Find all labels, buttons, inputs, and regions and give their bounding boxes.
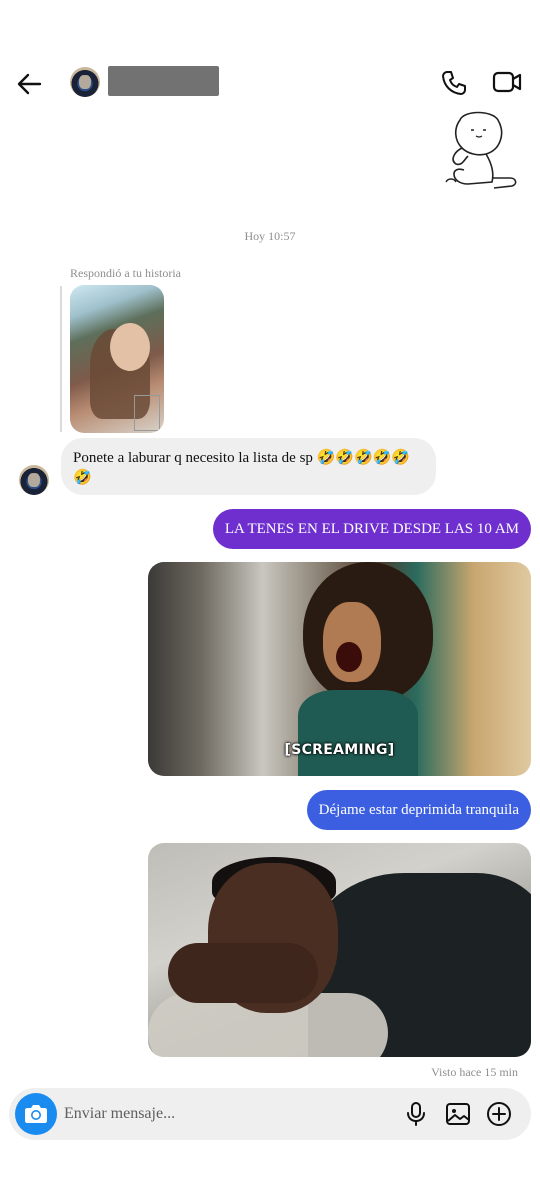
microphone-icon (407, 1102, 425, 1126)
arrow-left-icon (17, 73, 42, 95)
back-button[interactable] (14, 68, 46, 100)
video-camera-icon (492, 71, 522, 93)
plus-circle-icon (487, 1102, 511, 1126)
audio-call-button[interactable] (440, 69, 468, 97)
more-options-button[interactable] (486, 1101, 512, 1127)
phone-icon (442, 71, 466, 95)
video-call-button[interactable] (492, 68, 522, 96)
story-thumbnail[interactable] (70, 285, 164, 433)
message-timestamp: Hoy 10:57 (244, 229, 296, 243)
voice-message-button[interactable] (403, 1101, 429, 1127)
camera-icon (25, 1105, 47, 1123)
gif-caption: [SCREAMING] (284, 742, 395, 758)
message-composer (9, 1088, 531, 1140)
sender-avatar[interactable] (19, 465, 49, 495)
reply-divider (60, 286, 62, 432)
sticker-doodle (440, 108, 524, 198)
gif-message-screaming[interactable]: [SCREAMING] (148, 562, 531, 776)
gif-message-crying[interactable] (148, 843, 531, 1057)
gallery-button[interactable] (445, 1101, 471, 1127)
outgoing-message-bubble[interactable]: LA TENES EN EL DRIVE DESDE LAS 10 AM (212, 509, 531, 549)
image-icon (446, 1103, 470, 1125)
outgoing-message-bubble[interactable]: Déjame estar deprimida tranquila (306, 790, 531, 830)
seen-status: Visto hace 15 min (431, 1065, 518, 1079)
chat-header (0, 60, 540, 106)
camera-button[interactable] (15, 1093, 57, 1135)
contact-avatar[interactable] (70, 67, 100, 97)
message-input[interactable] (64, 1102, 364, 1126)
story-reply-label: Respondió a tu historia (70, 266, 181, 280)
contact-name-redacted[interactable] (108, 66, 219, 96)
incoming-message-bubble[interactable]: Ponete a laburar q necesito la lista de … (61, 438, 436, 495)
